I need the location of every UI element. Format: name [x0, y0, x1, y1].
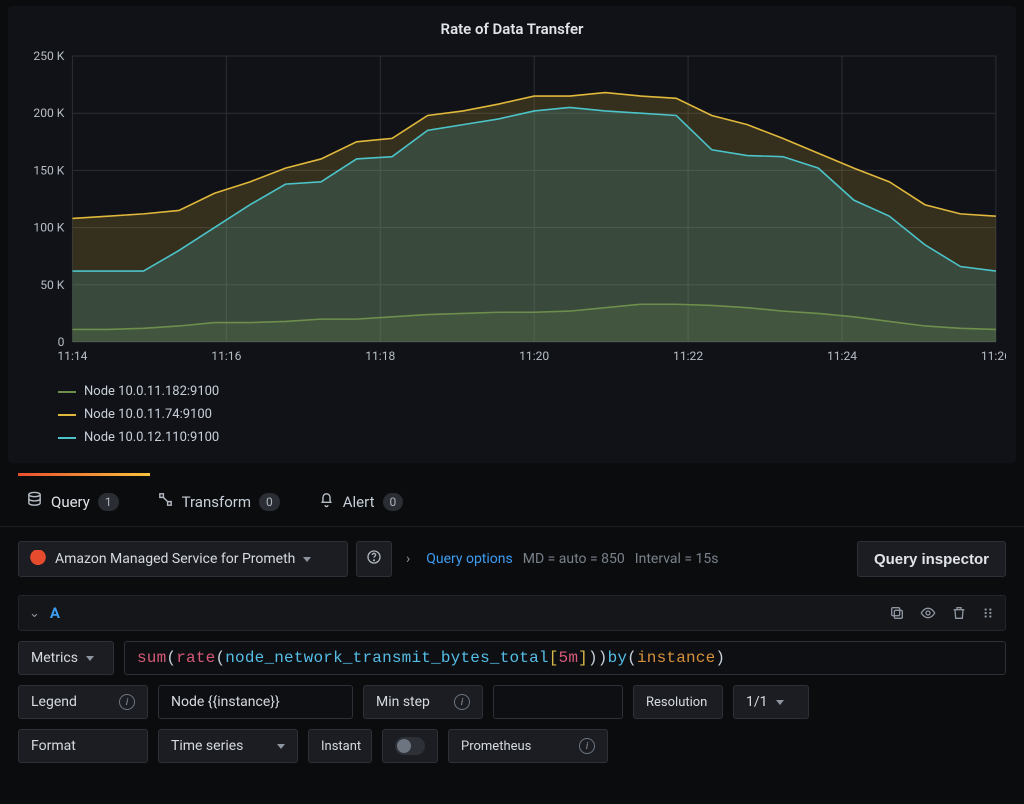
legend-item[interactable]: Node 10.0.11.74:9100: [58, 403, 1006, 426]
svg-text:250 K: 250 K: [33, 50, 64, 63]
tab-alert-count: 0: [383, 493, 404, 511]
prometheus-logo-icon: [29, 550, 47, 568]
instant-toggle[interactable]: [382, 729, 438, 763]
legend-swatch: [58, 437, 76, 439]
chevron-down-icon: [86, 656, 94, 661]
legend-swatch: [58, 414, 76, 416]
promql-input[interactable]: sum(rate(node_network_transmit_bytes_tot…: [124, 641, 1006, 675]
tab-transform[interactable]: Transform 0: [153, 485, 284, 518]
svg-text:0: 0: [58, 335, 65, 349]
toggle-visibility-button[interactable]: [919, 605, 937, 621]
legend-label: Legend i: [18, 685, 148, 719]
format-label: Format: [18, 729, 148, 763]
svg-text:150 K: 150 K: [33, 163, 64, 177]
svg-text:50 K: 50 K: [40, 278, 65, 292]
tab-query[interactable]: Query 1: [22, 485, 123, 518]
tab-transform-label: Transform: [182, 493, 251, 511]
tab-query-count: 1: [98, 493, 119, 511]
svg-text:100 K: 100 K: [33, 221, 64, 235]
svg-text:200 K: 200 K: [33, 106, 64, 120]
bell-icon: [318, 491, 335, 512]
datasource-select[interactable]: Amazon Managed Service for Prometh: [18, 541, 348, 577]
info-icon[interactable]: i: [454, 694, 470, 710]
svg-text:11:14: 11:14: [57, 349, 87, 363]
legend-item[interactable]: Node 10.0.12.110:9100: [58, 426, 1006, 449]
duplicate-query-button[interactable]: [889, 605, 905, 621]
resolution-label: Resolution: [633, 685, 723, 719]
legend-item[interactable]: Node 10.0.11.182:9100: [58, 380, 1006, 403]
min-step-label: Min step i: [363, 685, 483, 719]
chevron-down-icon: [277, 744, 285, 749]
query-options[interactable]: › Query options MD = auto = 850 Interval…: [400, 541, 728, 577]
svg-text:11:26: 11:26: [981, 349, 1006, 363]
info-icon[interactable]: i: [119, 694, 135, 710]
query-inspector-button[interactable]: Query inspector: [857, 541, 1006, 577]
svg-text:11:18: 11:18: [365, 349, 395, 363]
datasource-help-button[interactable]: [356, 541, 392, 577]
chevron-down-icon: [303, 557, 311, 562]
svg-text:11:24: 11:24: [827, 349, 857, 363]
format-select[interactable]: Time series: [158, 729, 298, 763]
query-row-header[interactable]: ⌄ A: [18, 595, 1006, 631]
chart-svg: 0 50 K 100 K 150 K 200 K 250 K 11:14 11:16 11:18…: [18, 50, 1006, 370]
metrics-label[interactable]: Metrics: [18, 641, 114, 675]
instant-label: Instant: [308, 729, 372, 763]
collapse-toggle-icon[interactable]: ⌄: [29, 606, 40, 621]
legend-swatch: [58, 391, 76, 393]
query-options-interval: Interval = 15s: [635, 551, 719, 567]
resolution-select[interactable]: 1/1: [733, 685, 809, 719]
tab-query-label: Query: [51, 493, 90, 511]
prometheus-label: Prometheus i: [448, 729, 608, 763]
info-icon[interactable]: i: [579, 738, 595, 754]
datasource-name: Amazon Managed Service for Prometh: [55, 551, 295, 567]
chart-panel: Rate of Data Transfer 0 50 K 100 K 150 K 200…: [8, 6, 1016, 463]
query-row-tools: [889, 605, 995, 621]
tab-alert[interactable]: Alert 0: [314, 485, 408, 518]
legend-label: Node 10.0.11.182:9100: [84, 384, 219, 399]
legend-label: Node 10.0.11.74:9100: [84, 407, 212, 422]
tab-transform-count: 0: [259, 493, 280, 511]
help-icon: [366, 549, 382, 569]
query-ref-id: A: [50, 604, 60, 622]
datasource-icon: [26, 491, 43, 512]
panel-title: Rate of Data Transfer: [8, 16, 1016, 46]
chart-area[interactable]: 0 50 K 100 K 150 K 200 K 250 K 11:14 11:16 11:18…: [18, 50, 1006, 370]
query-options-label: Query options: [426, 551, 513, 567]
transform-icon: [157, 491, 174, 512]
chevron-down-icon: [776, 700, 784, 705]
svg-text:11:22: 11:22: [673, 349, 703, 363]
drag-handle-icon[interactable]: [981, 605, 995, 621]
svg-text:11:20: 11:20: [519, 349, 549, 363]
legend-input[interactable]: Node {{instance}}: [158, 685, 353, 719]
delete-query-button[interactable]: [951, 605, 967, 621]
chevron-right-icon: ›: [400, 551, 416, 567]
chart-legend: Node 10.0.11.182:9100 Node 10.0.11.74:910…: [8, 370, 1016, 449]
panel-tabs: Query 1 Transform 0 Alert 0: [0, 473, 1024, 527]
datasource-row: Amazon Managed Service for Prometh › Que…: [0, 527, 1024, 581]
toggle-off-icon: [395, 737, 425, 755]
query-editor: Metrics sum(rate(node_network_transmit_b…: [0, 641, 1024, 763]
svg-text:11:16: 11:16: [211, 349, 241, 363]
legend-label: Node 10.0.12.110:9100: [84, 430, 219, 445]
tab-alert-label: Alert: [343, 493, 375, 511]
min-step-input[interactable]: [493, 685, 623, 719]
query-options-md: MD = auto = 850: [523, 551, 625, 567]
